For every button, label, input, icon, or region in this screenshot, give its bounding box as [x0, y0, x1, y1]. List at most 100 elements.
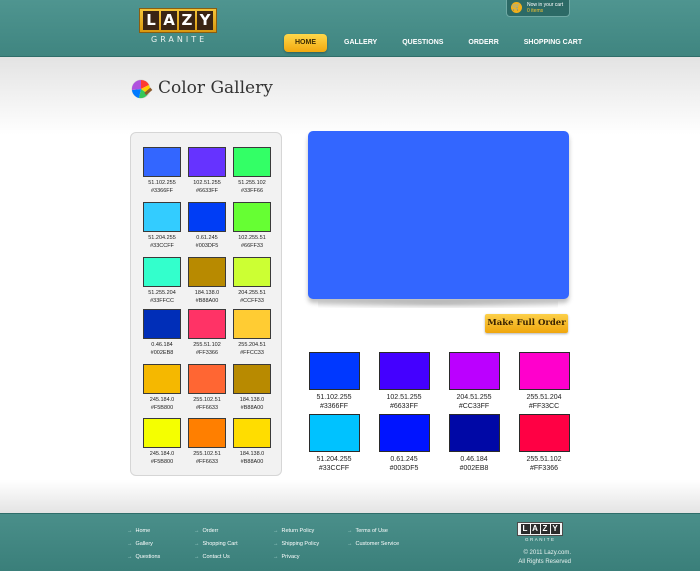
color-swatch[interactable] [233, 309, 271, 339]
color-rgb: 184.138.0 [239, 397, 265, 403]
palette-color[interactable]: 255.204.51 #FFCC33 [228, 309, 276, 357]
color-swatch[interactable] [233, 257, 271, 287]
selected-color[interactable]: 0.46.184 #002EB8 [444, 414, 504, 473]
color-hex: #FF3366 [195, 350, 218, 356]
palette-color[interactable]: 102.255.51 #66FF33 [228, 202, 276, 250]
color-palette-panel: 51.102.255 #3366FF 102.51.255 #6633FF 51… [130, 132, 282, 476]
selected-color[interactable]: 255.51.204 #FF33CC [514, 352, 574, 411]
palette-color[interactable]: 184.138.0 #B88A00 [183, 257, 231, 305]
color-rgb: 51.102.255 [148, 180, 176, 186]
nav-gallery[interactable]: GALLERY [336, 34, 385, 52]
footer-link-privacy[interactable]: → Privacy [273, 551, 319, 564]
footer-logo[interactable]: L A Z Y GRANITE [517, 522, 567, 542]
palette-color[interactable]: 184.138.0 #B88A00 [228, 364, 276, 412]
color-swatch[interactable] [143, 147, 181, 177]
palette-color[interactable]: 51.255.204 #33FFCC [138, 257, 186, 305]
color-swatch[interactable] [188, 418, 226, 448]
selected-color[interactable]: 0.61.245 #003DF5 [374, 414, 434, 473]
color-swatch[interactable] [143, 257, 181, 287]
copyright: © 2011 Lazy.com. All Rights Reserved [518, 549, 571, 567]
footer-link-customer-service[interactable]: → Customer Service [347, 538, 399, 551]
color-swatch[interactable] [378, 352, 430, 390]
selected-color[interactable]: 204.51.255 #CC33FF [444, 352, 504, 411]
color-swatch[interactable] [188, 202, 226, 232]
site-logo[interactable]: L A Z Y GRANITE [139, 8, 223, 44]
footer-link-shopping-cart[interactable]: → Shopping Cart [194, 538, 238, 551]
footer-link-contact-us[interactable]: → Contact Us [194, 551, 238, 564]
color-swatch[interactable] [518, 352, 570, 390]
color-hex: #FF33CC [528, 403, 560, 410]
footer-link-label: Shipping Policy [281, 541, 320, 547]
palette-color[interactable]: 245.184.0 #F5B800 [138, 418, 186, 466]
color-hex: #B88A00 [195, 298, 219, 304]
palette-color[interactable]: 255.51.102 #FF3366 [183, 309, 231, 357]
arrow-icon: → [347, 528, 353, 534]
cart-count: 0 items [527, 8, 544, 14]
selected-color[interactable]: 51.102.255 #3366FF [304, 352, 364, 411]
palette-color[interactable]: 102.51.255 #6633FF [183, 147, 231, 195]
color-swatch[interactable] [188, 257, 226, 287]
color-swatch[interactable] [233, 364, 271, 394]
make-full-order-button[interactable]: Make Full Order [485, 314, 568, 333]
selected-color[interactable]: 51.204.255 #33CCFF [304, 414, 364, 473]
palette-color[interactable]: 51.255.102 #33FF66 [228, 147, 276, 195]
footer-link-orderr[interactable]: → Orderr [194, 525, 238, 538]
color-hex: #6633FF [389, 403, 419, 410]
footer-link-shipping-policy[interactable]: → Shipping Policy [273, 538, 319, 551]
footer-link-gallery[interactable]: → Gallery [127, 538, 160, 551]
nav-orderr[interactable]: ORDERR [460, 34, 506, 52]
footer-link-terms-of-use[interactable]: → Terms of Use [347, 525, 399, 538]
color-swatch[interactable] [143, 364, 181, 394]
palette-color[interactable]: 245.184.0 #F5B800 [138, 364, 186, 412]
palette-color[interactable]: 51.102.255 #3366FF [138, 147, 186, 195]
color-swatch[interactable] [143, 418, 181, 448]
nav-questions[interactable]: QUESTIONS [394, 34, 451, 52]
arrow-icon: → [273, 554, 279, 560]
footer-link-return-policy[interactable]: → Return Policy [273, 525, 319, 538]
color-swatch[interactable] [233, 202, 271, 232]
color-swatch[interactable] [143, 309, 181, 339]
color-hex: #33CCFF [150, 243, 174, 249]
color-swatch[interactable] [233, 418, 271, 448]
palette-color[interactable]: 51.204.255 #33CCFF [138, 202, 186, 250]
selected-color[interactable]: 102.51.255 #6633FF [374, 352, 434, 411]
color-swatch[interactable] [308, 414, 360, 452]
color-rgb: 102.51.255 [193, 180, 221, 186]
color-swatch[interactable] [448, 414, 500, 452]
logo-subtitle: GRANITE [151, 35, 208, 44]
color-swatch[interactable] [143, 202, 181, 232]
color-swatch[interactable] [233, 147, 271, 177]
color-swatch[interactable] [188, 147, 226, 177]
palette-color[interactable]: 204.255.51 #CCFF33 [228, 257, 276, 305]
copyright-line: All Rights Reserved [518, 559, 571, 565]
color-swatch[interactable] [308, 352, 360, 390]
color-rgb: 0.46.184 [460, 456, 488, 463]
color-rgb: 0.46.184 [151, 342, 173, 348]
cart-icon: 🛒 [511, 2, 522, 13]
palette-color[interactable]: 255.102.51 #FF6633 [183, 364, 231, 412]
palette-color[interactable]: 255.102.51 #FF6633 [183, 418, 231, 466]
color-swatch[interactable] [188, 364, 226, 394]
footer-link-label: Contact Us [202, 554, 230, 560]
logo-letter: Z [540, 524, 550, 534]
arrow-icon: → [194, 541, 200, 547]
nav-shopping-cart[interactable]: SHOPPING CART [516, 34, 590, 52]
selected-color[interactable]: 255.51.102 #FF3366 [514, 414, 574, 473]
palette-color[interactable]: 184.138.0 #B88A00 [228, 418, 276, 466]
footer-link-home[interactable]: → Home [127, 525, 160, 538]
footer: → Home → Gallery → Questions → Orderr → Shopp… [0, 513, 700, 571]
palette-color[interactable]: 0.46.184 #002EB8 [138, 309, 186, 357]
footer-link-label: Gallery [135, 541, 153, 547]
color-hex: #CC33FF [458, 403, 490, 410]
copyright-line: © 2011 Lazy.com. [523, 550, 571, 556]
palette-color[interactable]: 0.61.245 #003DF5 [183, 202, 231, 250]
nav-home[interactable]: HOME [284, 34, 327, 52]
color-rgb: 0.61.245 [390, 456, 418, 463]
color-swatch[interactable] [518, 414, 570, 452]
footer-link-questions[interactable]: → Questions [127, 551, 160, 564]
cart-summary[interactable]: 🛒 Now in your cart 0 items [506, 0, 570, 17]
color-swatch[interactable] [188, 309, 226, 339]
color-rgb: 255.204.51 [238, 342, 266, 348]
color-swatch[interactable] [378, 414, 430, 452]
color-swatch[interactable] [448, 352, 500, 390]
